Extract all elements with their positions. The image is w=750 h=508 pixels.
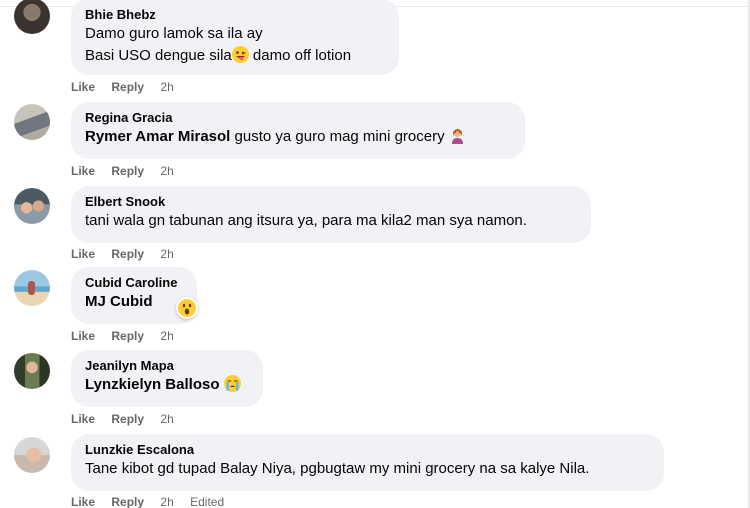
comment-text: tani wala gn tabunan ang itsura ya, para…: [85, 212, 527, 229]
comment-line-with-emoji: Basi USO dengue sila damo off lotion: [85, 45, 385, 67]
like-link[interactable]: Like: [71, 412, 95, 426]
comment-text-row: Rymer Amar Mirasol gusto ya guro mag min…: [85, 126, 511, 148]
comment-text-row: MJ Cubid: [85, 291, 183, 313]
comment-author[interactable]: Regina Gracia: [85, 110, 511, 126]
mentioned-user-link[interactable]: Rymer Amar Mirasol: [85, 128, 230, 145]
reply-link[interactable]: Reply: [111, 247, 144, 261]
comment-bubble: Lunzkie Escalona Tane kibot gd tupad Bal…: [71, 434, 664, 491]
comment-bubble: Regina Gracia Rymer Amar Mirasol gusto y…: [71, 102, 525, 159]
like-link[interactable]: Like: [71, 329, 95, 343]
reply-link[interactable]: Reply: [111, 495, 144, 508]
comment-timestamp[interactable]: 2h: [160, 80, 173, 94]
reply-link[interactable]: Reply: [111, 80, 144, 94]
avatar[interactable]: [14, 0, 50, 34]
like-link[interactable]: Like: [71, 247, 95, 261]
comment-actions: Like Reply 2h: [71, 246, 187, 262]
comment-author[interactable]: Elbert Snook: [85, 194, 577, 210]
avatar[interactable]: [14, 188, 50, 224]
comment-text: damo off lotion: [248, 47, 352, 64]
comment-timestamp[interactable]: 2h: [160, 329, 173, 343]
comment-timestamp[interactable]: 2h: [160, 495, 173, 508]
comment-bubble: Bhie Bhebz Damo guro lamok sa ila ay Bas…: [71, 0, 399, 75]
avatar[interactable]: [14, 353, 50, 389]
avatar[interactable]: [14, 270, 50, 306]
comment-author[interactable]: Cubid Caroline: [85, 275, 183, 291]
comment-author[interactable]: Jeanilyn Mapa: [85, 358, 249, 374]
comment-author[interactable]: Bhie Bhebz: [85, 7, 385, 23]
avatar[interactable]: [14, 437, 50, 473]
comment-actions: Like Reply 2h: [71, 328, 187, 344]
comment-line: Damo guro lamok sa ila ay: [85, 25, 263, 42]
comment-text: Basi USO dengue sila: [85, 47, 232, 64]
comment-text: gusto ya guro mag mini grocery: [230, 128, 445, 145]
reply-link[interactable]: Reply: [111, 329, 144, 343]
mentioned-user-link[interactable]: Lynzkielyn Balloso: [85, 376, 219, 393]
comment-actions: Like Reply 2h: [71, 79, 187, 95]
comment-bubble: Jeanilyn Mapa Lynzkielyn Balloso: [71, 350, 263, 407]
reply-link[interactable]: Reply: [111, 412, 144, 426]
mentioned-user-link[interactable]: MJ Cubid: [85, 293, 153, 310]
crying-face-emoji: [223, 375, 241, 392]
edited-label[interactable]: Edited: [190, 495, 224, 508]
like-link[interactable]: Like: [71, 495, 95, 508]
avatar[interactable]: [14, 104, 50, 140]
comment-actions: Like Reply 2h Edited: [71, 494, 237, 508]
like-link[interactable]: Like: [71, 80, 95, 94]
reply-link[interactable]: Reply: [111, 164, 144, 178]
comment-text: Tane kibot gd tupad Balay Niya, pgbugtaw…: [85, 460, 590, 477]
like-link[interactable]: Like: [71, 164, 95, 178]
wow-reaction-emoji[interactable]: [176, 297, 198, 319]
comment-bubble: Elbert Snook tani wala gn tabunan ang it…: [71, 186, 591, 243]
comment-text-row: Lynzkielyn Balloso: [85, 374, 249, 396]
comment-timestamp[interactable]: 2h: [160, 164, 173, 178]
person-facepalming-emoji: [449, 127, 466, 144]
grinning-tongue-wink-emoji: [231, 46, 249, 63]
comment-actions: Like Reply 2h: [71, 411, 187, 427]
comment-author[interactable]: Lunzkie Escalona: [85, 442, 650, 458]
comment-actions: Like Reply 2h: [71, 163, 187, 179]
comment-timestamp[interactable]: 2h: [160, 247, 173, 261]
comment-timestamp[interactable]: 2h: [160, 412, 173, 426]
